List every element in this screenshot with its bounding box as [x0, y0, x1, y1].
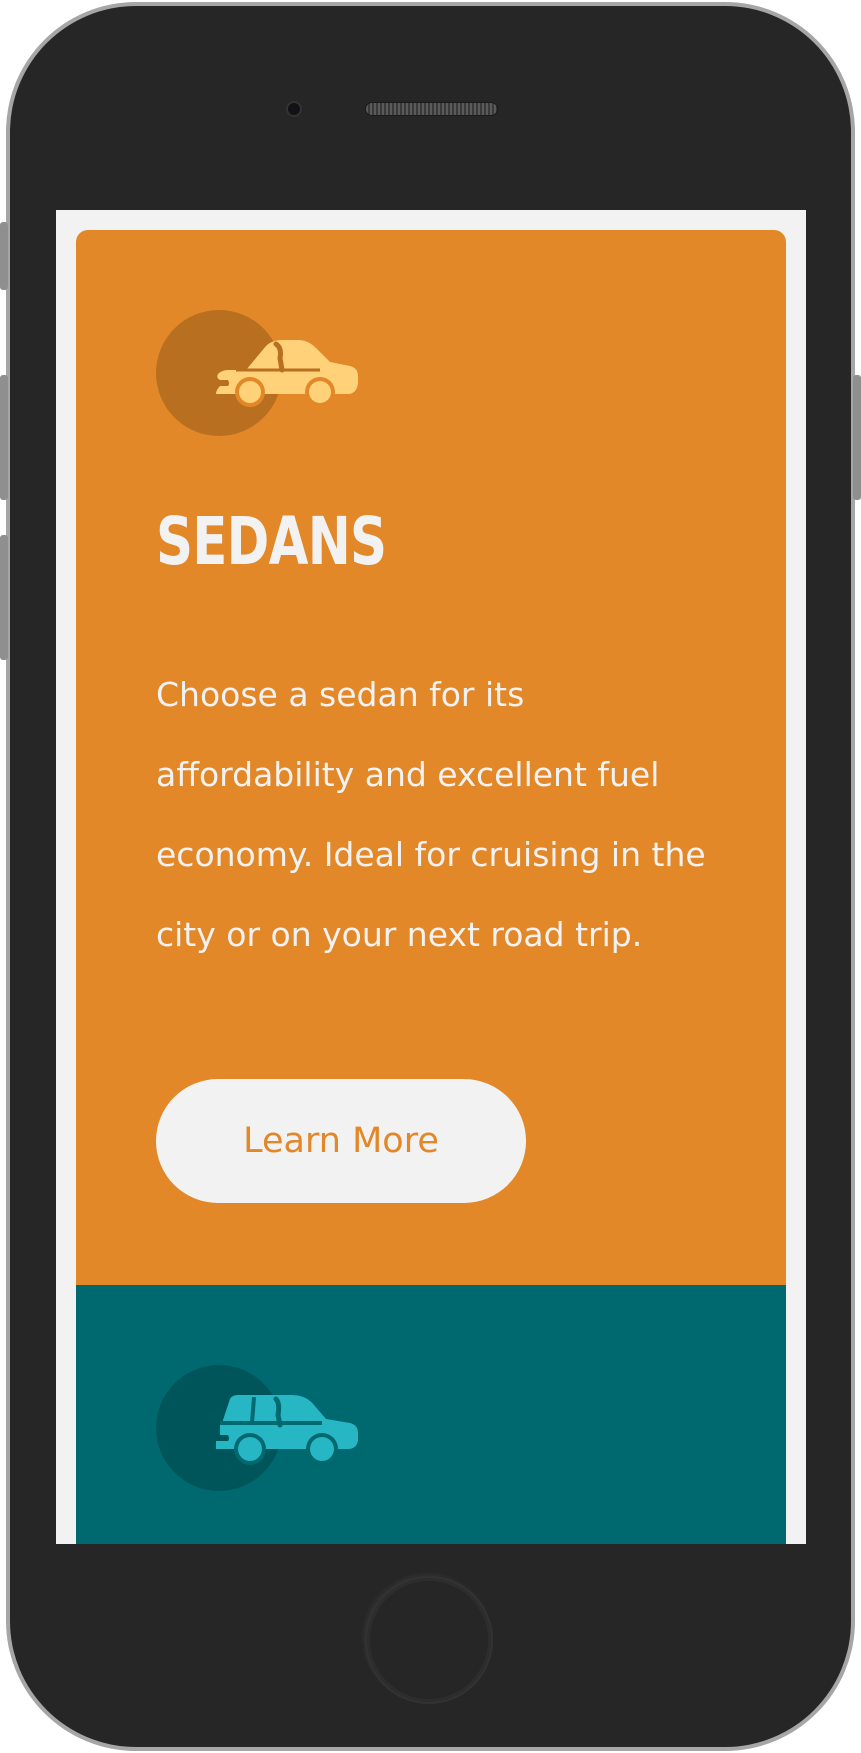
- suv-card: [76, 1285, 786, 1544]
- sedan-icon-badge: [156, 310, 358, 436]
- power-button: [853, 375, 861, 500]
- silent-switch: [0, 222, 8, 290]
- sedan-car-icon: [216, 340, 358, 407]
- sedan-card: SEDANS Choose a sedan for its affordabil…: [76, 230, 786, 1285]
- sedan-card-description: Choose a sedan for its affordability and…: [156, 675, 706, 954]
- earpiece-speaker: [365, 102, 498, 116]
- sedan-card-title: SEDANS: [156, 503, 387, 580]
- volume-up-button: [0, 375, 8, 500]
- volume-down-button: [0, 535, 8, 660]
- phone-screen: SEDANS Choose a sedan for its affordabil…: [56, 210, 806, 1544]
- front-camera: [286, 101, 302, 117]
- home-button[interactable]: [365, 1576, 493, 1704]
- suv-icon-badge: [156, 1365, 358, 1491]
- learn-more-button[interactable]: Learn More: [156, 1079, 526, 1203]
- suv-car-icon: [216, 1395, 358, 1465]
